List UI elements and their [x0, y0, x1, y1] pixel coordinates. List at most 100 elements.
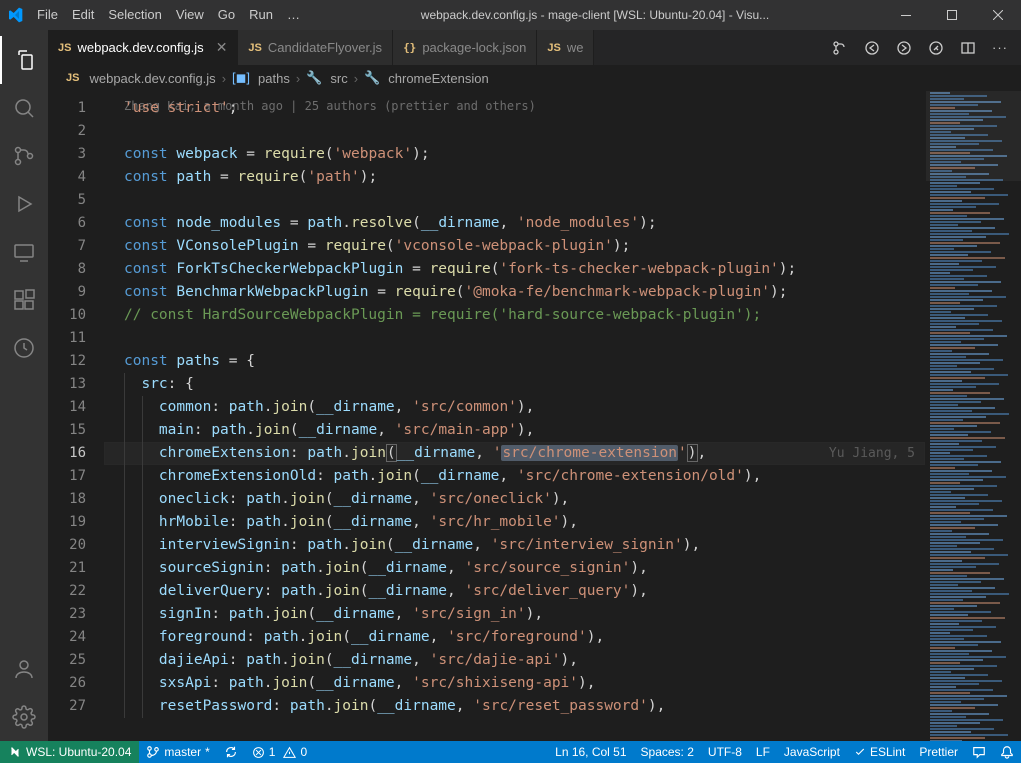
toggle-git-icon[interactable]	[829, 40, 851, 56]
code-line[interactable]: const VConsolePlugin = require('vconsole…	[104, 235, 925, 258]
encoding-status[interactable]: UTF-8	[701, 741, 749, 763]
menu-go[interactable]: Go	[211, 0, 242, 30]
eol-status[interactable]: LF	[749, 741, 777, 763]
titlebar: File Edit Selection View Go Run … webpac…	[0, 0, 1021, 30]
problems-indicator[interactable]: 1 0	[245, 741, 314, 763]
timeline-icon[interactable]	[0, 324, 48, 372]
line-number: 11	[48, 327, 86, 350]
js-file-icon: JS	[58, 42, 71, 54]
code-line[interactable]	[104, 189, 925, 212]
vscode-logo-icon	[6, 6, 24, 24]
minimize-button[interactable]	[883, 0, 929, 30]
line-number: 9	[48, 281, 86, 304]
maximize-button[interactable]	[929, 0, 975, 30]
tab-actions: ···	[819, 30, 1021, 65]
debug-icon[interactable]	[0, 180, 48, 228]
code-line[interactable]: const node_modules = path.resolve(__dirn…	[104, 212, 925, 235]
code-line[interactable]: sourceSignin: path.join(__dirname, 'src/…	[104, 557, 925, 580]
code-line[interactable]: const path = require('path');	[104, 166, 925, 189]
remote-indicator[interactable]: WSL: Ubuntu-20.04	[0, 741, 139, 763]
remote-explorer-icon[interactable]	[0, 228, 48, 276]
prettier-status[interactable]: Prettier	[912, 741, 965, 763]
code-line[interactable]: const BenchmarkWebpackPlugin = require('…	[104, 281, 925, 304]
wrench-icon: 🔧	[306, 70, 322, 86]
close-button[interactable]	[975, 0, 1021, 30]
code-line[interactable]: main: path.join(__dirname, 'src/main-app…	[104, 419, 925, 442]
js-file-icon: JS	[248, 42, 261, 54]
menu-run[interactable]: Run	[242, 0, 280, 30]
line-number: 17	[48, 465, 86, 488]
line-number: 20	[48, 534, 86, 557]
code-line[interactable]: deliverQuery: path.join(__dirname, 'src/…	[104, 580, 925, 603]
code-line[interactable]: chromeExtension: path.join(__dirname, 's…	[104, 442, 925, 465]
code-editor[interactable]: 1234567891011121314151617181920212223242…	[48, 91, 1021, 741]
indent-status[interactable]: Spaces: 2	[634, 741, 701, 763]
tab[interactable]: JS CandidateFlyover.js	[238, 30, 393, 65]
code-line[interactable]: 'use strict';	[104, 97, 925, 120]
menu-view[interactable]: View	[169, 0, 211, 30]
code-line[interactable]	[104, 327, 925, 350]
menu-bar: File Edit Selection View Go Run …	[30, 0, 307, 30]
code-line[interactable]: hrMobile: path.join(__dirname, 'src/hr_m…	[104, 511, 925, 534]
code-content[interactable]: Zhang Kai, a month ago | 25 authors (pre…	[104, 91, 925, 741]
code-line[interactable]: sxsApi: path.join(__dirname, 'src/shixis…	[104, 672, 925, 695]
code-line[interactable]: const paths = {	[104, 350, 925, 373]
code-line[interactable]: const webpack = require('webpack');	[104, 143, 925, 166]
tab-label: we	[567, 40, 584, 55]
activity-bar	[0, 30, 48, 741]
search-icon[interactable]	[0, 84, 48, 132]
compass-icon[interactable]	[925, 40, 947, 56]
code-line[interactable]: const ForkTsCheckerWebpackPlugin = requi…	[104, 258, 925, 281]
tab[interactable]: JS we	[537, 30, 594, 65]
code-line[interactable]: interviewSignin: path.join(__dirname, 's…	[104, 534, 925, 557]
tab[interactable]: {} package-lock.json	[393, 30, 537, 65]
code-line[interactable]: resetPassword: path.join(__dirname, 'src…	[104, 695, 925, 718]
json-file-icon: {}	[403, 41, 416, 54]
sync-indicator[interactable]	[217, 741, 245, 763]
accounts-icon[interactable]	[0, 645, 48, 693]
code-line[interactable]: signIn: path.join(__dirname, 'src/sign_i…	[104, 603, 925, 626]
explorer-icon[interactable]	[0, 36, 48, 84]
code-line[interactable]: chromeExtensionOld: path.join(__dirname,…	[104, 465, 925, 488]
code-line[interactable]: common: path.join(__dirname, 'src/common…	[104, 396, 925, 419]
split-editor-icon[interactable]	[957, 40, 979, 56]
more-actions-icon[interactable]: ···	[989, 40, 1011, 55]
minimap-viewport[interactable]	[926, 91, 1021, 181]
code-line[interactable]: src: {	[104, 373, 925, 396]
extensions-icon[interactable]	[0, 276, 48, 324]
run-back-icon[interactable]	[861, 40, 883, 56]
code-line[interactable]: oneclick: path.join(__dirname, 'src/onec…	[104, 488, 925, 511]
close-icon[interactable]: ✕	[216, 39, 228, 56]
line-number: 8	[48, 258, 86, 281]
breadcrumb[interactable]: JS webpack.dev.config.js › [◼] paths › 🔧…	[48, 65, 1021, 91]
line-number: 25	[48, 649, 86, 672]
window-title: webpack.dev.config.js - mage-client [WSL…	[307, 8, 883, 22]
minimap[interactable]	[925, 91, 1021, 741]
code-line[interactable]: // const HardSourceWebpackPlugin = requi…	[104, 304, 925, 327]
notifications-icon[interactable]	[993, 741, 1021, 763]
breadcrumb-symbol: chromeExtension	[388, 71, 488, 86]
tab-active[interactable]: JS webpack.dev.config.js ✕	[48, 30, 238, 65]
menu-edit[interactable]: Edit	[65, 0, 101, 30]
feedback-icon[interactable]	[965, 741, 993, 763]
run-forward-icon[interactable]	[893, 40, 915, 56]
menu-file[interactable]: File	[30, 0, 65, 30]
menu-more[interactable]: …	[280, 0, 307, 30]
code-line[interactable]: dajieApi: path.join(__dirname, 'src/daji…	[104, 649, 925, 672]
cursor-position[interactable]: Ln 16, Col 51	[548, 741, 633, 763]
chevron-right-icon: ›	[222, 71, 226, 86]
menu-selection[interactable]: Selection	[101, 0, 168, 30]
source-control-icon[interactable]	[0, 132, 48, 180]
breadcrumb-symbol: paths	[258, 71, 290, 86]
tabs-row: JS webpack.dev.config.js ✕ JS CandidateF…	[48, 30, 1021, 65]
line-number: 10	[48, 304, 86, 327]
line-number: 21	[48, 557, 86, 580]
code-line[interactable]: foreground: path.join(__dirname, 'src/fo…	[104, 626, 925, 649]
line-number: 12	[48, 350, 86, 373]
line-number: 19	[48, 511, 86, 534]
eslint-status[interactable]: ESLint	[847, 741, 912, 763]
settings-icon[interactable]	[0, 693, 48, 741]
code-line[interactable]	[104, 120, 925, 143]
language-mode[interactable]: JavaScript	[777, 741, 847, 763]
branch-indicator[interactable]: master*	[139, 741, 216, 763]
